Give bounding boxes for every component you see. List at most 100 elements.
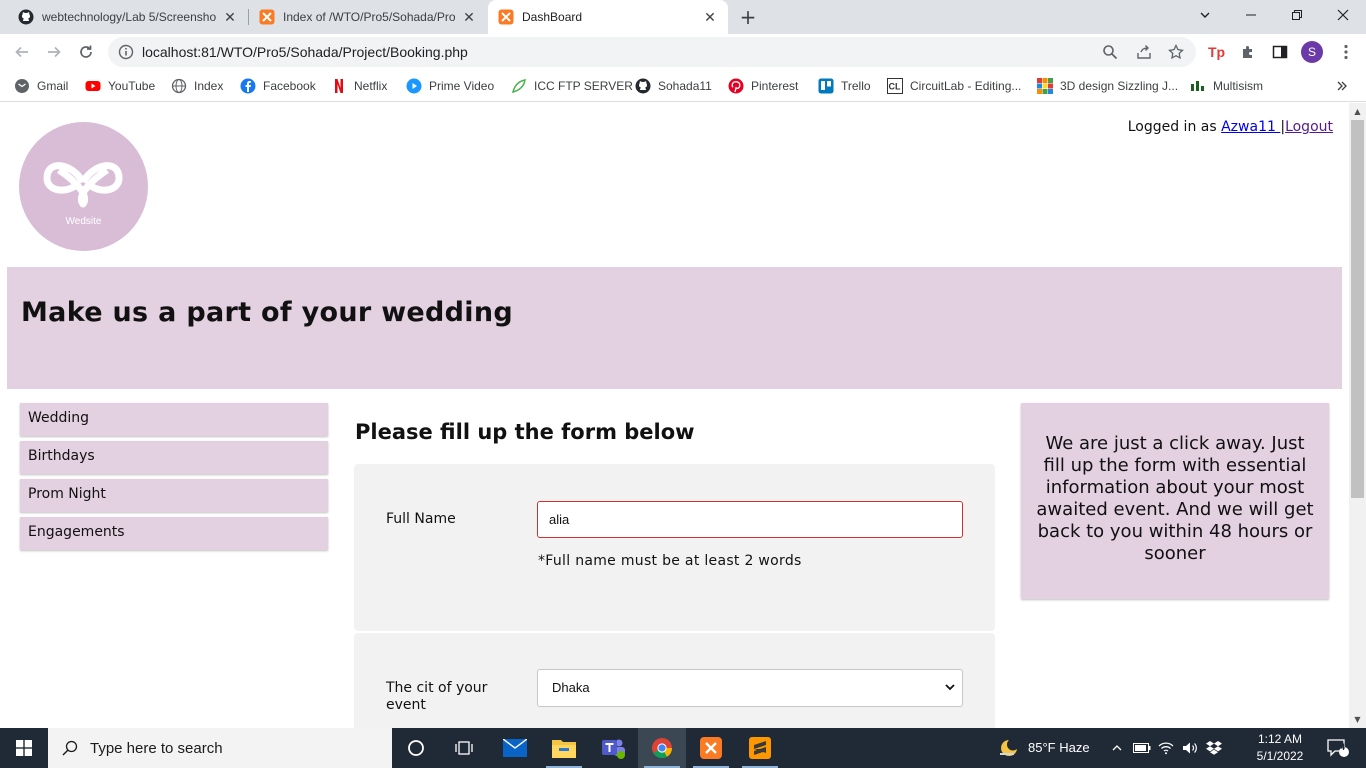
file-explorer-icon[interactable]: [540, 728, 588, 768]
scroll-down-icon[interactable]: ▼: [1349, 711, 1366, 728]
back-arrow-icon[interactable]: [8, 38, 36, 66]
bookmark-prime-video[interactable]: Prime Video: [406, 76, 494, 96]
browser-tab-1[interactable]: webtechnology/Lab 5/Screensho ✕: [8, 0, 248, 34]
weather-moon-icon[interactable]: [990, 728, 1026, 768]
close-icon[interactable]: ✕: [702, 9, 718, 25]
scrollbar-thumb[interactable]: [1351, 120, 1364, 498]
bookmark-star-icon[interactable]: [1166, 42, 1186, 62]
side-panel-icon[interactable]: [1270, 42, 1290, 62]
bookmark-trello[interactable]: Trello: [818, 76, 871, 96]
bookmark-label: Trello: [841, 79, 871, 93]
minimize-button[interactable]: [1228, 0, 1274, 30]
extensions-puzzle-icon[interactable]: [1238, 42, 1258, 62]
profile-avatar[interactable]: S: [1301, 41, 1323, 63]
bookmark-label: Sohada11: [658, 79, 712, 93]
more-bookmarks-chevron-icon[interactable]: [1336, 76, 1348, 96]
wifi-icon[interactable]: [1154, 728, 1178, 768]
bookmark-pinterest[interactable]: Pinterest: [728, 76, 798, 96]
weather-text[interactable]: 85°F Haze: [1028, 740, 1090, 755]
share-icon[interactable]: [1134, 42, 1154, 62]
close-icon[interactable]: ✕: [222, 9, 238, 25]
close-icon[interactable]: ✕: [461, 9, 477, 25]
task-view-icon[interactable]: [440, 728, 488, 768]
side-navigation: Wedding Birthdays Prom Night Engagements: [20, 403, 328, 555]
notification-center-icon[interactable]: 4: [1318, 728, 1358, 768]
windows-start-icon[interactable]: [0, 728, 48, 768]
tab-search-chevron-icon[interactable]: [1182, 0, 1228, 30]
bookmark-facebook[interactable]: Facebook: [240, 76, 316, 96]
battery-icon[interactable]: [1130, 728, 1154, 768]
tab-title: Index of /WTO/Pro5/Sohada/Pro: [283, 10, 455, 24]
browser-tab-2[interactable]: Index of /WTO/Pro5/Sohada/Pro ✕: [249, 0, 487, 34]
extension-tp-icon[interactable]: Tp: [1206, 42, 1226, 62]
nav-item-engagements[interactable]: Engagements: [20, 517, 328, 550]
trello-icon: [818, 78, 834, 94]
site-logo[interactable]: Wedsite: [19, 122, 148, 251]
dropbox-icon[interactable]: [1202, 728, 1226, 768]
address-bar[interactable]: localhost:81/WTO/Pro5/Sohada/Project/Boo…: [108, 37, 1196, 67]
url-text[interactable]: localhost:81/WTO/Pro5/Sohada/Project/Boo…: [142, 44, 468, 60]
netflix-icon: [331, 78, 347, 94]
nav-item-prom-night[interactable]: Prom Night: [20, 479, 328, 512]
login-prefix: Logged in as: [1127, 119, 1222, 135]
system-clock[interactable]: 1:12 AM 5/1/2022: [1250, 731, 1310, 765]
bookmark-3d-design[interactable]: 3D design Sizzling J...: [1037, 76, 1178, 96]
new-tab-button[interactable]: +: [737, 6, 759, 28]
chrome-icon[interactable]: [638, 728, 686, 768]
nav-item-wedding[interactable]: Wedding: [20, 403, 328, 436]
windows-taskbar: Type here to search 85°F Haze 1:12 AM 5/…: [0, 728, 1366, 768]
browser-toolbar: localhost:81/WTO/Pro5/Sohada/Project/Boo…: [0, 34, 1366, 70]
sublime-text-icon[interactable]: [736, 728, 784, 768]
city-select[interactable]: Dhaka: [537, 669, 963, 707]
bookmark-label: Netflix: [354, 79, 388, 93]
primevideo-icon: [406, 78, 422, 94]
teams-icon[interactable]: [589, 728, 637, 768]
volume-icon[interactable]: [1178, 728, 1202, 768]
logout-link[interactable]: Logout: [1285, 119, 1333, 135]
tab-title: webtechnology/Lab 5/Screensho: [42, 10, 216, 24]
gmail-icon: [14, 78, 30, 94]
info-icon[interactable]: [116, 42, 136, 62]
page-scrollbar[interactable]: ▲ ▼: [1349, 103, 1366, 728]
browser-tab-3[interactable]: DashBoard ✕: [488, 0, 728, 34]
banner-title: Make us a part of your wedding: [21, 297, 514, 328]
bookmark-label: Facebook: [263, 79, 316, 93]
close-window-button[interactable]: [1320, 0, 1366, 30]
bookmark-label: CircuitLab - Editing...: [910, 79, 1022, 93]
restore-button[interactable]: [1274, 0, 1320, 30]
reload-icon[interactable]: [72, 38, 100, 66]
tinkercad-icon: [1037, 78, 1053, 94]
mail-app-icon[interactable]: [491, 728, 539, 768]
bookmark-index[interactable]: Index: [171, 76, 223, 96]
bookmark-circuitlab[interactable]: CL CircuitLab - Editing...: [887, 76, 1021, 96]
username-link[interactable]: Azwa11: [1221, 119, 1280, 135]
login-status: Logged in as Azwa11 |Logout: [1128, 119, 1333, 135]
bookmark-youtube[interactable]: YouTube: [85, 76, 155, 96]
github-icon: [635, 78, 651, 94]
show-hidden-icons-chevron-icon[interactable]: [1106, 728, 1128, 768]
full-name-hint: *Full name must be at least 2 words: [538, 553, 802, 569]
zoom-icon[interactable]: [1100, 42, 1120, 62]
search-icon: [62, 740, 78, 756]
form-title: Please fill up the form below: [355, 420, 695, 444]
hero-banner: Make us a part of your wedding: [7, 267, 1342, 389]
xampp-taskbar-icon[interactable]: [687, 728, 735, 768]
cortana-icon[interactable]: [392, 728, 440, 768]
bookmarks-bar: Gmail YouTube Index Facebook Netflix Pri…: [0, 70, 1366, 102]
bookmark-multisism[interactable]: Multisism: [1190, 76, 1263, 96]
scroll-up-icon[interactable]: ▲: [1349, 103, 1366, 120]
menu-kebab-icon[interactable]: [1336, 42, 1356, 62]
bookmark-gmail[interactable]: Gmail: [14, 76, 68, 96]
nav-item-birthdays[interactable]: Birthdays: [20, 441, 328, 474]
browser-tab-strip: webtechnology/Lab 5/Screensho ✕ Index of…: [0, 0, 1366, 34]
logo-knot-icon: [43, 162, 123, 208]
clock-date: 5/1/2022: [1256, 749, 1304, 763]
bookmark-icc-ftp[interactable]: ICC FTP SERVER: [511, 76, 633, 96]
city-label: The cit of your event: [386, 680, 488, 713]
bookmark-sohada11[interactable]: Sohada11: [635, 76, 712, 96]
circuitlab-icon: CL: [887, 78, 903, 94]
forward-arrow-icon[interactable]: [40, 38, 68, 66]
taskbar-search-box[interactable]: Type here to search: [48, 728, 392, 768]
bookmark-netflix[interactable]: Netflix: [331, 76, 387, 96]
full-name-input[interactable]: alia: [537, 501, 963, 538]
